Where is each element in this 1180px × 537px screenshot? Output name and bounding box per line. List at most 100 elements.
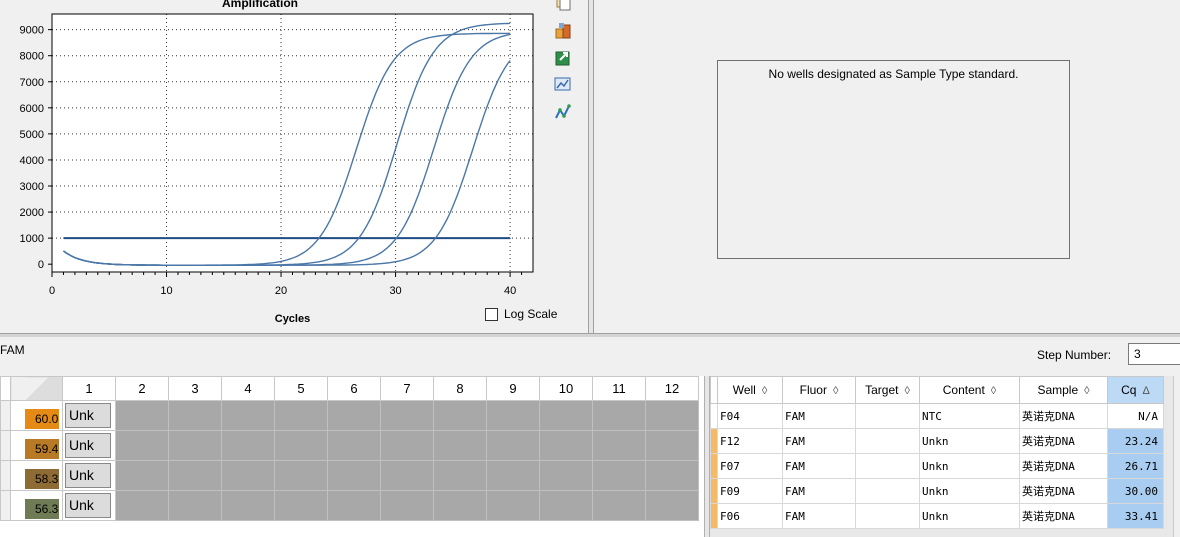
plate-well-empty[interactable] [592,430,646,461]
plate-well-empty[interactable] [486,460,540,491]
well-sample-type[interactable]: Unk [65,493,111,518]
vertical-splitter[interactable] [588,0,594,337]
sort-icon[interactable]: ◊ [904,385,909,397]
curve-fit-icon[interactable] [552,102,574,122]
plate-well[interactable]: Unk [62,460,116,491]
row-header[interactable] [0,400,11,431]
results-column-header[interactable]: Content ◊ [919,376,1020,404]
well-sample-type[interactable]: Unk [65,433,111,458]
cell-target [855,428,920,454]
plate-well-empty[interactable] [645,400,699,431]
plate-well-empty[interactable] [433,400,487,431]
row-header[interactable] [0,490,11,521]
plate-well-empty[interactable] [380,490,434,521]
plate-well-empty[interactable] [274,490,328,521]
plate-well-empty[interactable] [168,490,222,521]
x-tick-label: 10 [160,285,172,297]
plate-well-empty[interactable] [486,430,540,461]
chart-options-icon[interactable] [552,75,574,95]
plate-well-empty[interactable] [592,460,646,491]
plate-well-empty[interactable] [168,460,222,491]
results-row[interactable]: F07 FAM Unkn 英诺克DNA 26.71 [710,453,1164,479]
plate-well-empty[interactable] [115,460,169,491]
plate-column-header[interactable]: 6 [327,376,381,401]
results-row[interactable]: F06 FAM Unkn 英诺克DNA 33.41 [710,503,1164,529]
results-column-header[interactable]: Target ◊ [855,376,920,404]
plate-well-empty[interactable] [327,430,381,461]
sort-icon[interactable]: ◊ [1084,385,1089,397]
results-row[interactable]: F09 FAM Unkn 英诺克DNA 30.00 [710,478,1164,504]
plate-well[interactable]: Unk [62,490,116,521]
plate-well-empty[interactable] [327,460,381,491]
plate-column-header[interactable]: 10 [539,376,593,401]
plate-column-header[interactable]: 11 [592,376,646,401]
plate-column-header[interactable]: 7 [380,376,434,401]
well-sample-type[interactable]: Unk [65,403,111,428]
sort-icon[interactable]: ◊ [833,385,838,397]
plate-well-empty[interactable] [486,490,540,521]
results-column-header[interactable]: Cq Δ [1107,376,1164,404]
plate-column-header[interactable]: 3 [168,376,222,401]
plate-well-empty[interactable] [327,490,381,521]
plate-well-empty[interactable] [221,400,275,431]
results-column-header[interactable]: Fluor ◊ [782,376,856,404]
cell-well: F04 [717,403,783,429]
copy-icon[interactable] [552,0,574,14]
results-column-header[interactable]: Sample ◊ [1019,376,1108,404]
plate-well-empty[interactable] [486,400,540,431]
plate-well-empty[interactable] [539,400,593,431]
results-column-header[interactable]: Well ◊ [717,376,783,404]
plate-column-header[interactable]: 12 [645,376,699,401]
plate-well-empty[interactable] [539,460,593,491]
plate-well-empty[interactable] [433,490,487,521]
plate-corner-select-all[interactable] [10,376,63,401]
plate-well-empty[interactable] [645,490,699,521]
log-scale-checkbox[interactable] [485,307,498,321]
excel-export-icon[interactable] [552,48,574,68]
plate-well-empty[interactable] [274,400,328,431]
results-row[interactable]: F04 FAM NTC 英诺克DNA N/A [710,403,1164,429]
plate-well-empty[interactable] [539,430,593,461]
plate-well-empty[interactable] [645,460,699,491]
plate-well-empty[interactable] [380,430,434,461]
plate-column-header[interactable]: 2 [115,376,169,401]
row-header[interactable] [0,460,11,491]
plate-well-empty[interactable] [433,430,487,461]
plate-well-empty[interactable] [592,490,646,521]
plate-well-empty[interactable] [115,400,169,431]
sort-icon[interactable]: ◊ [762,385,767,397]
plate-well-empty[interactable] [221,460,275,491]
plate-well-empty[interactable] [115,490,169,521]
plate-well-empty[interactable] [433,460,487,491]
results-row[interactable]: F12 FAM Unkn 英诺克DNA 23.24 [710,428,1164,454]
plate-well-empty[interactable] [221,430,275,461]
plate-column-header[interactable]: 1 [62,376,116,401]
plate-well-empty[interactable] [168,400,222,431]
plate-well-empty[interactable] [168,430,222,461]
sort-ascending-icon[interactable]: Δ [1142,385,1149,397]
plate-column-header[interactable]: 8 [433,376,487,401]
plate-well-empty[interactable] [274,430,328,461]
well-sample-type[interactable]: Unk [65,463,111,488]
plate-well-empty[interactable] [539,490,593,521]
sort-icon[interactable]: ◊ [991,385,996,397]
plate-well-empty[interactable] [380,460,434,491]
export-icon[interactable] [552,21,574,41]
plate-column-header[interactable]: 5 [274,376,328,401]
plate-column-header[interactable]: 9 [486,376,540,401]
plate-well-empty[interactable] [327,400,381,431]
plate-well[interactable]: Unk [62,400,116,431]
plate-well-empty[interactable] [592,400,646,431]
plate-column-header[interactable]: 4 [221,376,275,401]
horizontal-splitter[interactable] [0,333,1180,337]
row-header[interactable] [0,430,11,461]
plate-well-empty[interactable] [221,490,275,521]
plate-well-empty[interactable] [274,460,328,491]
plate-well[interactable]: Unk [62,430,116,461]
log-scale-toggle[interactable]: Log Scale [485,307,557,321]
plate-well-empty[interactable] [380,400,434,431]
plate-well-empty[interactable] [115,430,169,461]
step-number-select[interactable]: 3 [1128,343,1180,365]
results-scrollbar[interactable] [1173,376,1180,537]
plate-well-empty[interactable] [645,430,699,461]
